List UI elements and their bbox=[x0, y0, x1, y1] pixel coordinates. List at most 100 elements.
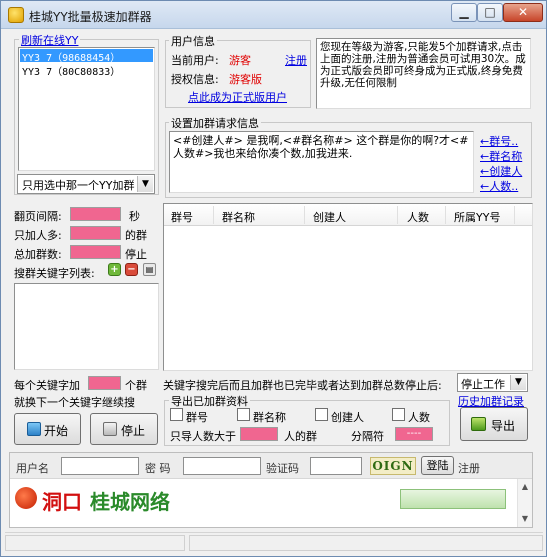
refresh-online-yy-link[interactable]: 刷新在线YY bbox=[19, 32, 81, 48]
clear-icon[interactable]: ▤ bbox=[143, 263, 156, 276]
captcha-input[interactable] bbox=[310, 457, 362, 475]
status-panel bbox=[189, 535, 543, 551]
total-join-label: 总加群数: bbox=[14, 248, 62, 261]
column-header[interactable]: 群号 bbox=[171, 209, 193, 225]
window-title: 桂城YY批量极速加群器 bbox=[29, 10, 152, 24]
separator-label: 分隔符 bbox=[351, 430, 384, 443]
current-user-label: 当前用户: bbox=[171, 54, 219, 67]
chevron-down-icon: ▼ bbox=[510, 375, 526, 390]
username-input[interactable] bbox=[61, 457, 139, 475]
minus-icon[interactable]: − bbox=[125, 263, 138, 276]
yy-mode-value: 只用选中那一个YY加群 bbox=[22, 179, 135, 192]
close-button[interactable]: ✕ bbox=[503, 3, 543, 22]
export-icon bbox=[471, 417, 486, 431]
auth-label: 授权信息: bbox=[171, 73, 219, 86]
login-button[interactable]: 登陆 bbox=[421, 456, 454, 475]
separator-input[interactable]: ---- bbox=[395, 427, 433, 441]
insert-member-count-link[interactable]: ←人数.. bbox=[480, 178, 518, 194]
register-link-bottom[interactable]: 注册 bbox=[458, 460, 480, 476]
finish-text: 关键字搜完后而且加群也已完毕或者达到加群总数停止后: bbox=[163, 379, 442, 392]
keyword-list-label: 搜群关键字列表: bbox=[14, 267, 95, 280]
insert-group-name-link[interactable]: ←群名称 bbox=[480, 148, 522, 164]
export-only-prefix: 只导人数大于 bbox=[170, 430, 236, 443]
column-header[interactable]: 所属YY号 bbox=[454, 209, 500, 225]
minimize-button[interactable]: ▁ bbox=[451, 3, 477, 22]
banner-brand: 桂城网络 bbox=[90, 490, 170, 514]
upgrade-link[interactable]: 点此成为正式版用户 bbox=[188, 89, 287, 105]
start-icon bbox=[27, 422, 41, 436]
start-button[interactable]: 开始 bbox=[14, 413, 81, 445]
plus-icon[interactable]: + bbox=[108, 263, 121, 276]
total-join-input[interactable] bbox=[70, 245, 121, 259]
current-user-value: 游客 bbox=[229, 54, 251, 67]
auth-value: 游客版 bbox=[229, 73, 262, 86]
keyword-list[interactable] bbox=[14, 283, 159, 370]
list-item[interactable]: YY3 7（80C80833） bbox=[20, 63, 153, 78]
export-creator-label: 创建人 bbox=[331, 411, 364, 424]
export-only-suffix: 人的群 bbox=[284, 430, 317, 443]
notice-text: 您现在等级为游客,只能发5个加群请求,点击上面的注册,注册为普通会员可试用30次… bbox=[316, 38, 531, 109]
finish-action-select[interactable]: 停止工作 ▼ bbox=[457, 373, 528, 392]
password-input[interactable] bbox=[183, 457, 261, 475]
only-join-label: 只加人多: bbox=[14, 229, 62, 242]
login-panel: 用户名 密 码 验证码 OIGN 登陆 注册 洞口 桂城网络 ▲ ▼ bbox=[9, 452, 533, 528]
export-creator-checkbox[interactable] bbox=[315, 408, 328, 421]
yy-list[interactable]: YY3 7（98688454） YY3 7（80C80833） bbox=[18, 47, 155, 171]
per-keyword-prefix: 每个关键字加 bbox=[14, 379, 80, 392]
column-header[interactable]: 人数 bbox=[407, 209, 429, 225]
captcha-image[interactable]: OIGN bbox=[370, 457, 416, 475]
finish-action-value: 停止工作 bbox=[461, 378, 505, 391]
request-message-input[interactable]: <#创建人#> 是我啊,<#群名称#> 这个群是你的啊?才<#人数#>我也来给你… bbox=[169, 131, 474, 193]
column-divider bbox=[397, 206, 398, 224]
per-keyword-input[interactable] bbox=[88, 376, 121, 390]
export-button-label: 导出 bbox=[491, 419, 516, 433]
list-item[interactable]: YY3 7（98688454） bbox=[20, 49, 153, 64]
column-divider bbox=[514, 206, 515, 224]
page-interval-input[interactable] bbox=[70, 207, 121, 221]
scroll-up-icon[interactable]: ▲ bbox=[518, 479, 532, 495]
maximize-button[interactable]: □ bbox=[477, 3, 503, 22]
result-table[interactable] bbox=[163, 203, 533, 371]
insert-creator-link[interactable]: ←创建人 bbox=[480, 163, 522, 179]
stop-button[interactable]: 停止 bbox=[90, 413, 158, 445]
captcha-label: 验证码 bbox=[266, 462, 299, 475]
total-join-unit: 停止 bbox=[125, 248, 147, 261]
status-bar bbox=[5, 532, 543, 552]
password-label: 密 码 bbox=[145, 462, 171, 475]
table-header: 群号 群名称 创建人 人数 所属YY号 bbox=[164, 204, 532, 226]
column-header[interactable]: 群名称 bbox=[222, 209, 255, 225]
banner-graphic bbox=[400, 489, 506, 509]
app-window: 桂城YY批量极速加群器 ▁ □ ✕ 刷新在线YY YY3 7（98688454）… bbox=[0, 0, 547, 557]
insert-group-number-link[interactable]: ←群号.. bbox=[480, 133, 518, 149]
export-min-members-input[interactable] bbox=[240, 427, 278, 441]
page-interval-label: 翻页间隔: bbox=[14, 210, 62, 223]
only-join-unit: 的群 bbox=[125, 229, 147, 242]
user-info-legend: 用户信息 bbox=[169, 33, 217, 49]
status-panel bbox=[5, 535, 185, 551]
yy-mode-select[interactable]: 只用选中那一个YY加群 ▼ bbox=[17, 174, 155, 194]
register-link[interactable]: 注册 bbox=[285, 52, 307, 68]
only-join-input[interactable] bbox=[70, 226, 121, 240]
column-divider bbox=[445, 206, 446, 224]
export-group-number-checkbox[interactable] bbox=[170, 408, 183, 421]
title-bar[interactable]: 桂城YY批量极速加群器 ▁ □ ✕ bbox=[1, 1, 546, 29]
column-header[interactable]: 创建人 bbox=[313, 209, 346, 225]
column-divider bbox=[304, 206, 305, 224]
per-keyword-suffix: 个群 bbox=[125, 379, 147, 392]
export-legend: 导出已加群资料 bbox=[169, 393, 250, 409]
banner-scrollbar[interactable]: ▲ ▼ bbox=[517, 479, 532, 527]
start-button-label: 开始 bbox=[44, 424, 69, 438]
logo-icon bbox=[15, 487, 37, 509]
export-group-name-checkbox[interactable] bbox=[237, 408, 250, 421]
export-button[interactable]: 导出 bbox=[460, 407, 528, 441]
page-interval-unit: 秒 bbox=[129, 210, 140, 223]
stop-button-label: 停止 bbox=[121, 424, 146, 438]
column-divider bbox=[213, 206, 214, 224]
banner-logo-text: 洞口 bbox=[42, 490, 82, 514]
scroll-down-icon[interactable]: ▼ bbox=[518, 511, 532, 527]
app-icon bbox=[8, 7, 24, 23]
export-group-number-label: 群号 bbox=[186, 411, 208, 424]
username-label: 用户名 bbox=[16, 462, 49, 475]
export-members-checkbox[interactable] bbox=[392, 408, 405, 421]
request-legend: 设置加群请求信息 bbox=[169, 115, 261, 131]
